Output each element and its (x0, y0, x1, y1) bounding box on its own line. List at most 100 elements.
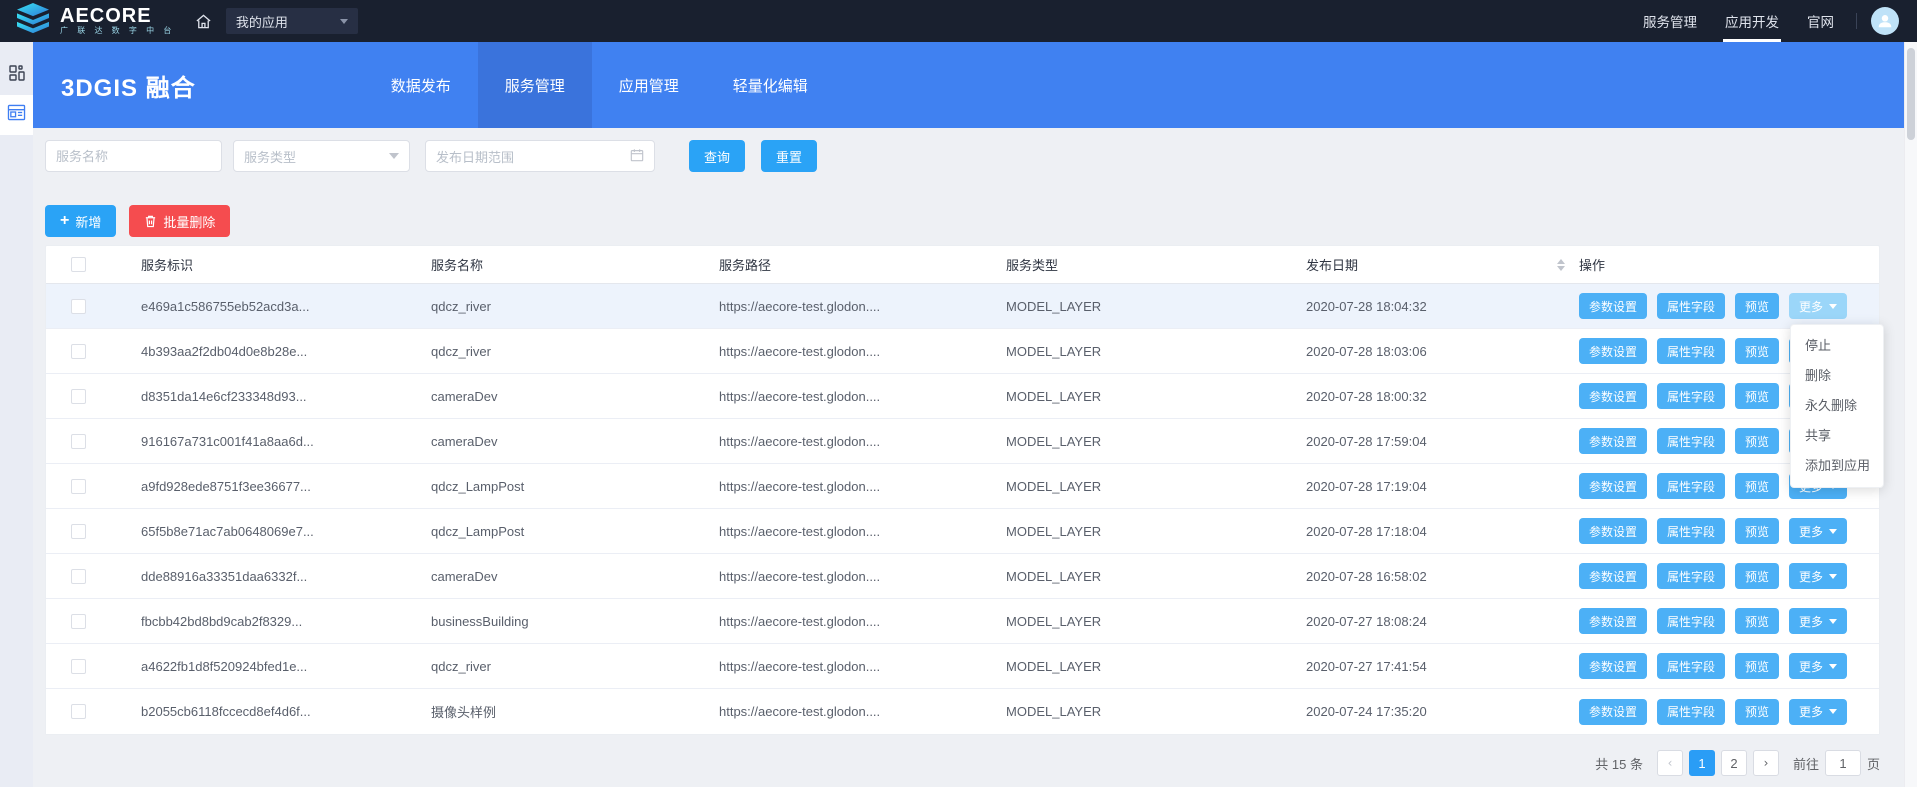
preview-button[interactable]: 预览 (1735, 608, 1779, 634)
prev-page-button[interactable]: ‹ (1657, 750, 1683, 776)
preview-button[interactable]: 预览 (1735, 338, 1779, 364)
row-checkbox[interactable] (71, 569, 86, 584)
cell-service-path[interactable]: https://aecore-test.glodon.... (719, 479, 1006, 494)
select-all-checkbox[interactable] (71, 257, 86, 272)
cell-service-id: 916167a731c001f41a8aa6d... (141, 434, 431, 449)
cell-service-path[interactable]: https://aecore-test.glodon.... (719, 434, 1006, 449)
sort-icon[interactable] (1557, 259, 1565, 271)
date-range-input[interactable]: 发布日期范围 (425, 140, 655, 172)
preview-button[interactable]: 预览 (1735, 518, 1779, 544)
params-settings-button[interactable]: 参数设置 (1579, 699, 1647, 725)
header-tab[interactable]: 轻量化编辑 (706, 42, 835, 128)
params-settings-button[interactable]: 参数设置 (1579, 653, 1647, 679)
service-name-input[interactable] (56, 149, 211, 164)
row-checkbox[interactable] (71, 659, 86, 674)
header-tab[interactable]: 应用管理 (592, 42, 706, 128)
user-avatar[interactable] (1871, 7, 1899, 35)
top-nav-item[interactable]: 应用开发 (1711, 0, 1793, 42)
top-nav-item[interactable]: 服务管理 (1629, 0, 1711, 42)
dropdown-menu-item[interactable]: 添加到应用 (1791, 451, 1883, 481)
calendar-icon (630, 148, 644, 165)
cell-service-path[interactable]: https://aecore-test.glodon.... (719, 389, 1006, 404)
scrollbar[interactable] (1904, 42, 1917, 787)
cell-service-path[interactable]: https://aecore-test.glodon.... (719, 344, 1006, 359)
sidebar-item-dashboard[interactable] (0, 55, 33, 95)
cell-service-path[interactable]: https://aecore-test.glodon.... (719, 299, 1006, 314)
cell-service-path[interactable]: https://aecore-test.glodon.... (719, 614, 1006, 629)
row-checkbox[interactable] (71, 389, 86, 404)
cell-service-path[interactable]: https://aecore-test.glodon.... (719, 704, 1006, 719)
row-checkbox[interactable] (71, 344, 86, 359)
preview-button[interactable]: 预览 (1735, 383, 1779, 409)
attribute-fields-button[interactable]: 属性字段 (1657, 428, 1725, 454)
cell-publish-date: 2020-07-28 17:19:04 (1306, 479, 1579, 494)
date-range-placeholder: 发布日期范围 (436, 147, 514, 166)
params-settings-button[interactable]: 参数设置 (1579, 518, 1647, 544)
services-table: 服务标识 服务名称 服务路径 服务类型 发布日期 操作 e469a1c58675… (45, 245, 1880, 735)
params-settings-button[interactable]: 参数设置 (1579, 338, 1647, 364)
col-service-id: 服务标识 (141, 255, 431, 274)
dropdown-menu-item[interactable]: 共享 (1791, 421, 1883, 451)
scrollbar-thumb[interactable] (1907, 48, 1915, 140)
cell-service-path[interactable]: https://aecore-test.glodon.... (719, 569, 1006, 584)
attribute-fields-button[interactable]: 属性字段 (1657, 338, 1725, 364)
attribute-fields-button[interactable]: 属性字段 (1657, 473, 1725, 499)
params-settings-button[interactable]: 参数设置 (1579, 293, 1647, 319)
attribute-fields-button[interactable]: 属性字段 (1657, 653, 1725, 679)
more-button[interactable]: 更多 (1789, 699, 1847, 725)
more-button[interactable]: 更多 (1789, 563, 1847, 589)
sidebar-item-services[interactable] (0, 95, 33, 135)
more-button[interactable]: 更多 (1789, 653, 1847, 679)
dropdown-menu-item[interactable]: 删除 (1791, 361, 1883, 391)
preview-button[interactable]: 预览 (1735, 473, 1779, 499)
header-tab[interactable]: 服务管理 (478, 42, 592, 128)
more-button[interactable]: 更多 (1789, 608, 1847, 634)
table-row: fbcbb42bd8bd9cab2f8329... businessBuildi… (46, 599, 1879, 644)
attribute-fields-button[interactable]: 属性字段 (1657, 293, 1725, 319)
goto-page-input[interactable] (1825, 750, 1861, 776)
params-settings-button[interactable]: 参数设置 (1579, 428, 1647, 454)
attribute-fields-button[interactable]: 属性字段 (1657, 383, 1725, 409)
top-nav-item[interactable]: 官网 (1793, 0, 1848, 42)
attribute-fields-button[interactable]: 属性字段 (1657, 699, 1725, 725)
cell-service-type: MODEL_LAYER (1006, 299, 1306, 314)
add-button[interactable]: + 新增 (45, 205, 116, 237)
cell-service-path[interactable]: https://aecore-test.glodon.... (719, 524, 1006, 539)
table-header: 服务标识 服务名称 服务路径 服务类型 发布日期 操作 (46, 246, 1879, 284)
row-checkbox[interactable] (71, 704, 86, 719)
home-icon[interactable] (195, 13, 212, 30)
row-checkbox[interactable] (71, 434, 86, 449)
table-row: 4b393aa2f2db04d0e8b28e... qdcz_river htt… (46, 329, 1879, 374)
cell-service-path[interactable]: https://aecore-test.glodon.... (719, 659, 1006, 674)
params-settings-button[interactable]: 参数设置 (1579, 383, 1647, 409)
params-settings-button[interactable]: 参数设置 (1579, 563, 1647, 589)
dropdown-menu-item[interactable]: 永久删除 (1791, 391, 1883, 421)
row-checkbox[interactable] (71, 614, 86, 629)
attribute-fields-button[interactable]: 属性字段 (1657, 608, 1725, 634)
service-type-select[interactable]: 服务类型 (233, 140, 410, 172)
page-number-button[interactable]: 1 (1689, 750, 1715, 776)
table-row: dde88916a33351daa6332f... cameraDev http… (46, 554, 1879, 599)
preview-button[interactable]: 预览 (1735, 699, 1779, 725)
next-page-button[interactable]: › (1753, 750, 1779, 776)
page-number-button[interactable]: 2 (1721, 750, 1747, 776)
row-checkbox[interactable] (71, 299, 86, 314)
preview-button[interactable]: 预览 (1735, 653, 1779, 679)
params-settings-button[interactable]: 参数设置 (1579, 473, 1647, 499)
row-checkbox[interactable] (71, 524, 86, 539)
dropdown-menu-item[interactable]: 停止 (1791, 331, 1883, 361)
header-tab[interactable]: 数据发布 (364, 42, 478, 128)
more-button[interactable]: 更多 (1789, 518, 1847, 544)
params-settings-button[interactable]: 参数设置 (1579, 608, 1647, 634)
reset-button[interactable]: 重置 (761, 140, 817, 172)
app-select[interactable]: 我的应用 (226, 8, 358, 34)
row-checkbox[interactable] (71, 479, 86, 494)
attribute-fields-button[interactable]: 属性字段 (1657, 518, 1725, 544)
preview-button[interactable]: 预览 (1735, 293, 1779, 319)
preview-button[interactable]: 预览 (1735, 563, 1779, 589)
attribute-fields-button[interactable]: 属性字段 (1657, 563, 1725, 589)
preview-button[interactable]: 预览 (1735, 428, 1779, 454)
batch-delete-button[interactable]: 批量删除 (129, 205, 230, 237)
search-button[interactable]: 查询 (689, 140, 745, 172)
more-button[interactable]: 更多 (1789, 293, 1847, 319)
